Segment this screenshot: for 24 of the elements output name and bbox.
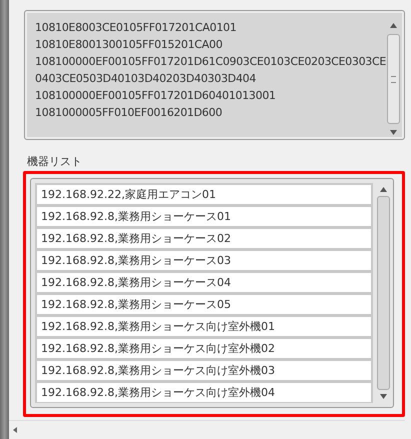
log-box[interactable] [24, 10, 405, 140]
grip-icon [390, 76, 396, 82]
log-line: 108100000EF00105FF017201D60401013001 [35, 88, 277, 104]
list-item[interactable]: 192.168.92.8,業務用ショーケス向け室外機01 [35, 315, 373, 337]
down-arrow-icon[interactable] [380, 394, 386, 399]
up-arrow-icon[interactable] [390, 23, 396, 28]
log-line: 108100000EF00105FF017201D61C0903CE0103CE0203CE0303CE [35, 54, 386, 70]
list-item[interactable]: 192.168.92.8,業務用ショーケース02 [35, 227, 373, 249]
log-line: 10810E8003CE0105FF017201CA0101 [35, 20, 238, 36]
list-item[interactable]: 192.168.92.8,業務用ショーケース05 [35, 293, 373, 315]
list-item[interactable]: 192.168.92.8,業務用ショーケス向け室外機02 [35, 337, 373, 359]
down-arrow-icon[interactable] [390, 130, 396, 135]
section-label: 機器リスト [27, 154, 84, 169]
list-item[interactable]: 192.168.92.8,業務用ショーケース04 [35, 271, 373, 293]
left-arrow-icon[interactable] [13, 427, 18, 433]
list-item[interactable]: 192.168.92.8,業務用ショーケース01 [35, 205, 373, 227]
log-line: 1081000005FF010EF0016201D600 [35, 105, 224, 121]
list-item[interactable]: 192.168.92.22,家庭用エアコン01 [35, 183, 373, 205]
log-line: 10810E8001300105FF015201CA00 [35, 37, 224, 53]
list-item[interactable]: 192.168.92.8,業務用ショーケス向け室外機04 [35, 381, 373, 403]
list-item[interactable]: 192.168.92.8,業務用ショーケス向け室外機03 [35, 359, 373, 381]
up-arrow-icon[interactable] [380, 187, 386, 192]
list-item[interactable]: 192.168.92.8,業務用ショーケース03 [35, 249, 373, 271]
log-line: 0403CE0503D40103D40203D40303D404 [35, 71, 257, 87]
